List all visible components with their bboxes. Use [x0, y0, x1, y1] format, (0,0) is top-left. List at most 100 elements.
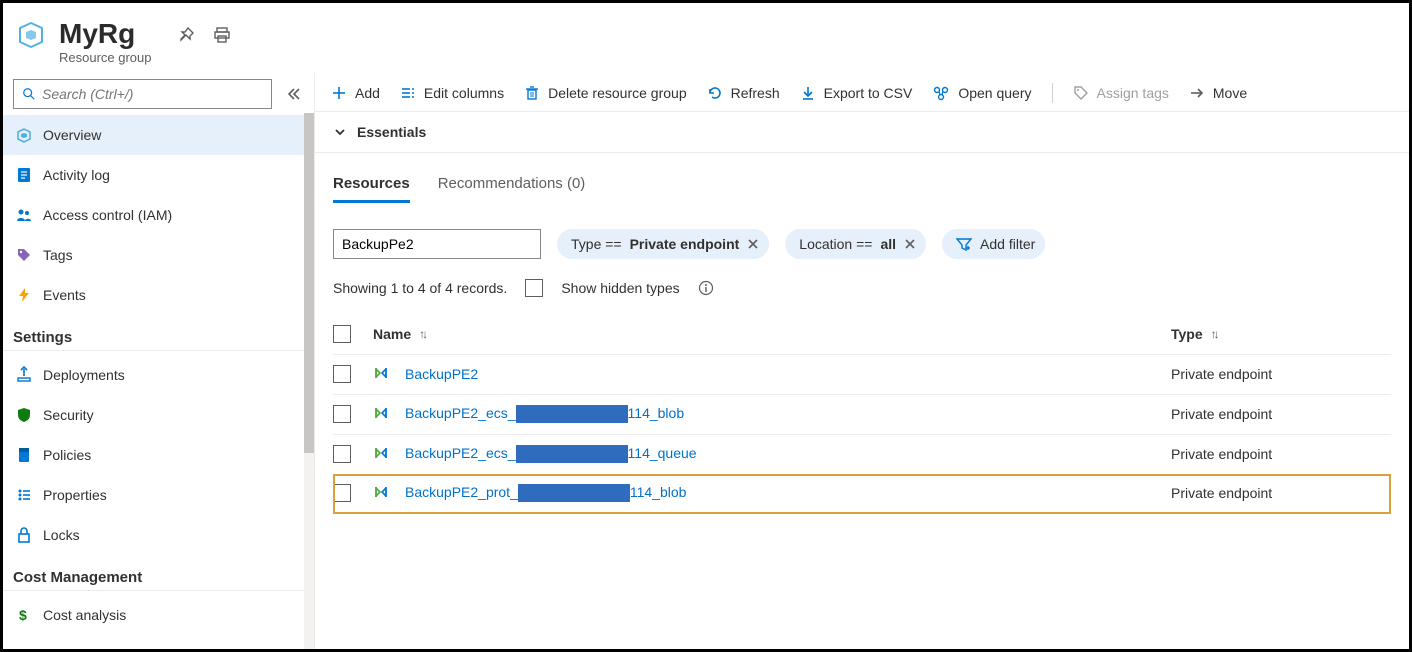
tabs: Resources Recommendations (0): [315, 153, 1409, 203]
filter-type-prefix: Type ==: [571, 236, 622, 252]
add-filter-label: Add filter: [980, 236, 1035, 252]
log-icon: [15, 166, 33, 184]
resource-type: Private endpoint: [1171, 446, 1272, 462]
redacted-segment: XXXXXXXXXXXXXX: [516, 445, 628, 463]
add-button[interactable]: Add: [331, 85, 380, 101]
col-type-label: Type: [1171, 326, 1203, 342]
page-subtitle: Resource group: [59, 50, 152, 65]
refresh-label: Refresh: [731, 85, 780, 101]
add-label: Add: [355, 85, 380, 101]
redacted-segment: XXXXXXXXXXXXXX: [516, 405, 628, 423]
sidebar-search-input[interactable]: [42, 86, 263, 102]
filter-name-input[interactable]: [333, 229, 541, 259]
people-icon: [15, 206, 33, 224]
page-header: MyRg Resource group: [3, 3, 1409, 73]
trash-icon: [524, 85, 540, 101]
info-icon[interactable]: [698, 280, 714, 296]
resources-table: Name ↑↓ Type ↑↓ BackupPE2 Private endpoin…: [315, 315, 1409, 514]
arrow-right-icon: [1189, 85, 1205, 101]
sidebar-item-overview[interactable]: Overview: [3, 115, 314, 155]
sidebar-item-properties[interactable]: Properties: [3, 475, 314, 515]
sidebar-section-settings: Settings: [3, 315, 314, 351]
resource-group-icon: [15, 19, 47, 51]
delete-rg-button[interactable]: Delete resource group: [524, 85, 687, 101]
essentials-toggle[interactable]: Essentials: [315, 112, 1409, 153]
resource-link[interactable]: BackupPE2_prot_XXXXXXXXXXXXXX114_blob: [405, 484, 686, 502]
collapse-sidebar-icon[interactable]: [282, 83, 304, 105]
private-endpoint-icon: [373, 484, 391, 502]
sidebar-item-label: Locks: [43, 527, 80, 543]
sort-icon: ↑↓: [419, 327, 425, 341]
sidebar-scrollbar-thumb[interactable]: [304, 113, 314, 453]
sidebar-item-tags[interactable]: Tags: [3, 235, 314, 275]
sidebar-item-activity-log[interactable]: Activity log: [3, 155, 314, 195]
export-csv-label: Export to CSV: [824, 85, 913, 101]
svg-text:$: $: [19, 607, 27, 623]
refresh-icon: [707, 85, 723, 101]
export-csv-button[interactable]: Export to CSV: [800, 85, 913, 101]
redacted-segment: XXXXXXXXXXXXXX: [518, 484, 630, 502]
close-icon[interactable]: [747, 238, 759, 250]
move-button[interactable]: Move: [1189, 85, 1247, 101]
resource-link[interactable]: BackupPE2: [405, 366, 478, 382]
assign-tags-button: Assign tags: [1073, 85, 1169, 101]
refresh-button[interactable]: Refresh: [707, 85, 780, 101]
sidebar-item-security[interactable]: Security: [3, 395, 314, 435]
tag-icon: [1073, 85, 1089, 101]
row-checkbox[interactable]: [333, 405, 351, 423]
column-header-name[interactable]: Name ↑↓: [373, 326, 1171, 342]
delete-rg-label: Delete resource group: [548, 85, 687, 101]
resource-link[interactable]: BackupPE2_ecs_XXXXXXXXXXXXXX114_queue: [405, 445, 697, 463]
sidebar-item-access-control-iam-[interactable]: Access control (IAM): [3, 195, 314, 235]
sidebar-item-deployments[interactable]: Deployments: [3, 355, 314, 395]
open-query-label: Open query: [958, 85, 1031, 101]
row-checkbox[interactable]: [333, 484, 351, 502]
filter-pill-type[interactable]: Type == Private endpoint: [557, 229, 769, 259]
sidebar-item-label: Activity log: [43, 167, 110, 183]
sidebar-item-cost-analysis[interactable]: $Cost analysis: [3, 595, 314, 635]
edit-columns-label: Edit columns: [424, 85, 504, 101]
policy-icon: [15, 446, 33, 464]
row-checkbox[interactable]: [333, 445, 351, 463]
sidebar-item-label: Overview: [43, 127, 101, 143]
toolbar-separator: [1052, 83, 1053, 103]
chevron-down-icon: [333, 125, 347, 139]
filter-location-value: all: [880, 236, 896, 252]
sidebar-item-policies[interactable]: Policies: [3, 435, 314, 475]
tab-recommendations[interactable]: Recommendations (0): [438, 175, 586, 203]
add-filter-button[interactable]: Add filter: [942, 229, 1045, 259]
print-icon[interactable]: [212, 25, 232, 45]
select-all-checkbox[interactable]: [333, 325, 351, 343]
cost-icon: $: [15, 606, 33, 624]
resource-link[interactable]: BackupPE2_ecs_XXXXXXXXXXXXXX114_blob: [405, 405, 684, 423]
sidebar-item-label: Deployments: [43, 367, 125, 383]
sidebar-item-label: Tags: [43, 247, 73, 263]
close-icon[interactable]: [904, 238, 916, 250]
columns-icon: [400, 85, 416, 101]
main-content: Add Edit columns Delete resource group R…: [315, 73, 1409, 649]
filter-type-value: Private endpoint: [630, 236, 740, 252]
sidebar-item-locks[interactable]: Locks: [3, 515, 314, 555]
column-header-type[interactable]: Type ↑↓: [1171, 326, 1391, 342]
sidebar: Overview Activity log Access control (IAM)…: [3, 73, 315, 649]
private-endpoint-icon: [373, 365, 391, 383]
assign-tags-label: Assign tags: [1097, 85, 1169, 101]
records-summary: Showing 1 to 4 of 4 records. Show hidden…: [315, 269, 1409, 315]
edit-columns-button[interactable]: Edit columns: [400, 85, 504, 101]
open-query-button[interactable]: Open query: [932, 85, 1031, 101]
private-endpoint-icon: [373, 445, 391, 463]
sidebar-item-label: Access control (IAM): [43, 207, 172, 223]
row-checkbox[interactable]: [333, 365, 351, 383]
bolt-icon: [15, 286, 33, 304]
pin-icon[interactable]: [176, 25, 196, 45]
filter-pill-location[interactable]: Location == all: [785, 229, 926, 259]
show-hidden-checkbox[interactable]: [525, 279, 543, 297]
sidebar-item-events[interactable]: Events: [3, 275, 314, 315]
table-row: BackupPE2_prot_XXXXXXXXXXXXXX114_blobPri…: [333, 474, 1391, 514]
sidebar-section-cost: Cost Management: [3, 555, 314, 591]
table-header: Name ↑↓ Type ↑↓: [333, 315, 1391, 355]
sidebar-scroll: Overview Activity log Access control (IAM)…: [3, 115, 314, 649]
sidebar-search[interactable]: [13, 79, 272, 109]
tab-resources[interactable]: Resources: [333, 175, 410, 203]
filter-icon: [956, 237, 972, 251]
